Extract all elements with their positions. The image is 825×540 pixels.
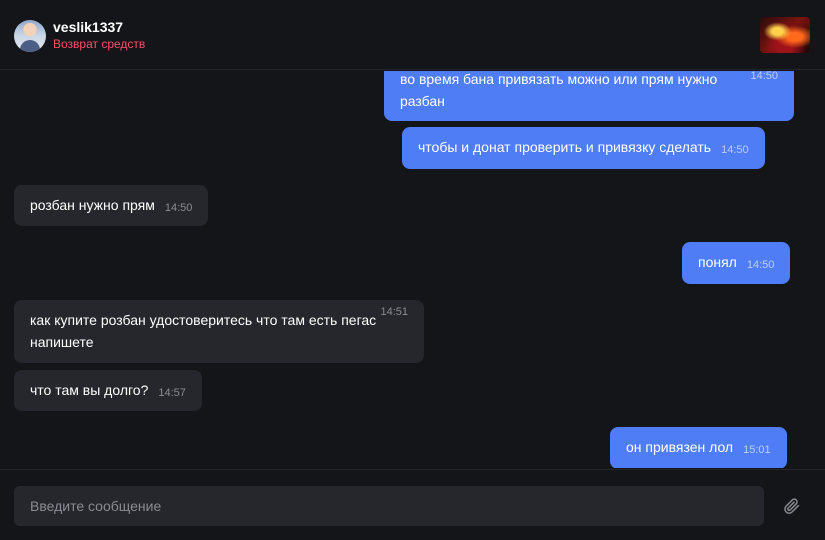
message-text: во время бана привязать можно или прям н… bbox=[400, 71, 718, 109]
chat-header: veslik1337 Возврат средств bbox=[0, 0, 825, 70]
message-text: он привязен лол bbox=[626, 439, 734, 455]
message-text: что там вы долго? bbox=[30, 382, 149, 398]
message-incoming: что там вы долго? 14:57 bbox=[14, 370, 202, 411]
message-input[interactable] bbox=[14, 486, 764, 526]
message-time: 14:51 bbox=[380, 306, 408, 318]
message-list[interactable]: во время бана привязать можно или прям н… bbox=[0, 71, 825, 468]
message-outgoing: он привязен лол 15:01 bbox=[610, 427, 787, 468]
product-thumbnail[interactable] bbox=[760, 17, 810, 53]
avatar[interactable] bbox=[14, 20, 46, 52]
message-text: чтобы и донат проверить и привязку сдела… bbox=[418, 139, 712, 155]
message-text: понял bbox=[698, 254, 737, 270]
message-incoming: розбан нужно прям 14:50 bbox=[14, 185, 209, 226]
message-outgoing: понял 14:50 bbox=[682, 242, 791, 284]
message-outgoing: чтобы и донат проверить и привязку сдела… bbox=[402, 127, 765, 169]
paperclip-icon[interactable] bbox=[783, 497, 801, 515]
username[interactable]: veslik1337 bbox=[53, 19, 123, 35]
message-text: розбан нужно прям bbox=[30, 197, 155, 213]
message-time: 14:50 bbox=[721, 144, 749, 156]
message-composer bbox=[0, 469, 825, 540]
message-text: как купите розбан удостоверитесь что там… bbox=[30, 312, 377, 350]
message-outgoing: во время бана привязать можно или прям н… bbox=[384, 71, 794, 121]
message-incoming: как купите розбан удостоверитесь что там… bbox=[14, 300, 424, 363]
message-time: 14:50 bbox=[746, 259, 775, 271]
chat-status-label: Возврат средств bbox=[53, 37, 146, 51]
chat-window: veslik1337 Возврат средств во время бана… bbox=[0, 0, 825, 540]
message-time: 14:50 bbox=[164, 202, 193, 214]
message-time: 15:01 bbox=[743, 444, 771, 456]
message-time: 14:57 bbox=[158, 387, 186, 399]
message-time: 14:50 bbox=[750, 71, 778, 82]
